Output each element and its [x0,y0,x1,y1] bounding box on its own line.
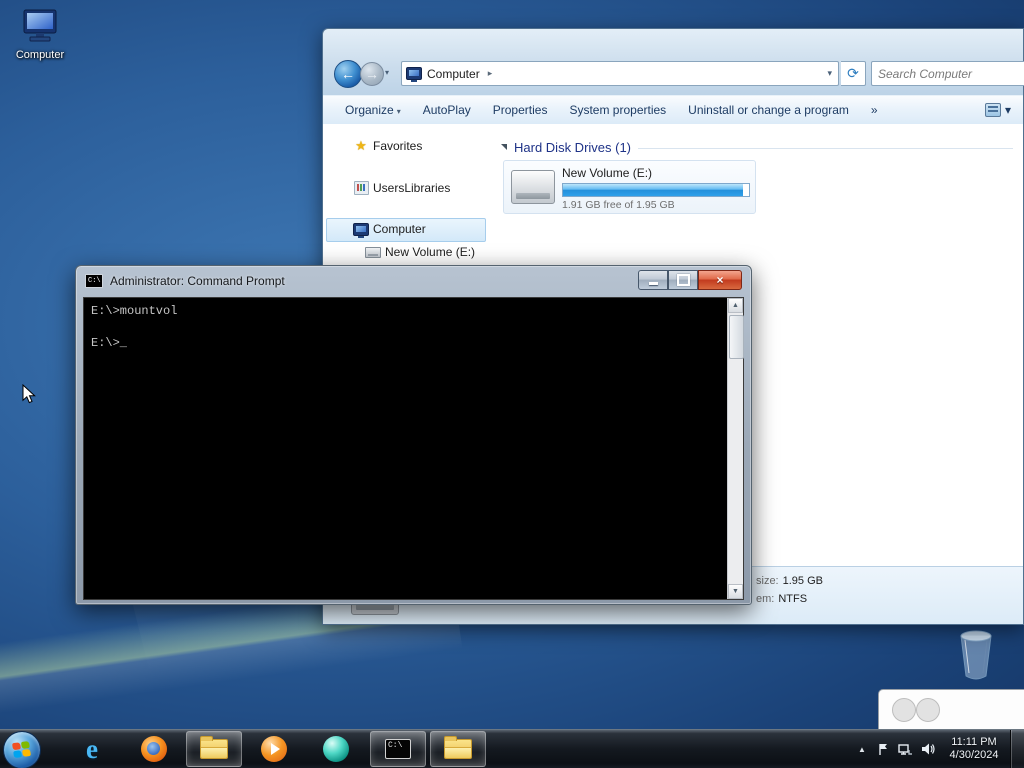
maximize-button[interactable] [668,270,698,290]
folder-icon [444,736,472,759]
console-text: E:\>mountvol E:\>_ [84,298,728,599]
recycle-bin-graphic [960,630,992,680]
taskbar-firefox[interactable] [126,731,182,767]
details-filesystem-line: em: NTFS [756,593,808,605]
desktop-icon-label: Computer [15,49,65,61]
taskbar-command-prompt[interactable]: C:\ [370,731,426,767]
properties-button[interactable]: Properties [493,103,548,117]
breadcrumb[interactable]: Computer [427,67,480,81]
sidebar-item-libraries[interactable]: UsersLibraries [353,178,450,198]
group-header[interactable]: Hard Disk Drives (1) [501,138,1013,156]
back-button[interactable]: ← [334,60,362,88]
capacity-fill [563,184,744,196]
volume-icon[interactable] [916,730,938,768]
close-icon: × [716,273,724,287]
breadcrumb-arrow-icon[interactable]: ▸ [488,68,493,79]
taskbar-folder[interactable] [430,731,486,767]
chevron-down-icon: ▾ [396,107,401,116]
console-line: E:\>mountvol [91,304,178,318]
system-properties-button[interactable]: System properties [569,103,666,117]
organize-menu[interactable]: Organize ▾ [345,103,401,117]
computer-icon [353,222,369,238]
details-size-line: size: 1.95 GB [756,575,823,587]
scrollbar-thumb[interactable] [729,315,744,359]
forward-button[interactable]: → [360,62,384,86]
tray-flyout-icon-placeholder[interactable] [916,698,940,722]
star-icon: ★ [355,138,367,153]
clock-date: 4/30/2024 [949,749,999,761]
media-player-icon [261,736,287,762]
uninstall-program-button[interactable]: Uninstall or change a program [688,103,849,117]
views-chevron-icon[interactable]: ▾ [1005,103,1011,117]
drive-item-new-volume[interactable]: New Volume (E:) 1.91 GB free of 1.95 GB [503,160,756,214]
navigation-row: ← → ▾ Computer ▸ ▾ ⟳ [323,59,1024,88]
toolbar-overflow-button[interactable]: » [871,103,878,117]
search-box[interactable] [871,61,1024,86]
desktop-icon-computer[interactable]: Computer [8,8,72,61]
cmd-window-icon: C:\ [85,274,103,288]
window-controls: × [638,270,742,290]
desktop: Computer ← → ▾ Computer ▸ ▾ ⟳ Organize▾ … [0,0,1024,768]
taskbar-clock[interactable]: 11:11 PM 4/30/2024 [942,736,1006,762]
minimize-icon [648,282,658,285]
command-prompt-icon: C:\ [385,739,411,759]
taskbar-internet-explorer[interactable]: e [64,731,120,767]
change-view-icon[interactable] [984,103,1001,117]
clock-time: 11:11 PM [951,736,997,748]
address-bar[interactable]: Computer ▸ ▾ [401,61,839,86]
taskbar: e C:\ ▲ 11:11 PM 4/30/2024 [0,729,1024,768]
console-line: E:\>_ [91,336,128,350]
explorer-folder-icon [200,736,228,759]
capacity-bar [562,183,750,197]
history-dropdown-icon[interactable]: ▾ [385,68,389,77]
console-area[interactable]: E:\>mountvol E:\>_ ▲ ▼ [83,297,744,600]
taskbar-media-player[interactable] [246,731,302,767]
minimize-button[interactable] [638,270,668,290]
network-icon[interactable] [894,730,916,768]
scroll-down-icon[interactable]: ▼ [728,584,743,599]
windows-flag-icon [12,740,32,759]
command-toolbar: Organize ▾ AutoPlay Properties System pro… [323,95,1023,125]
show-desktop-button[interactable] [1010,730,1024,768]
group-collapse-icon[interactable] [501,144,507,150]
address-dropdown-icon[interactable]: ▾ [827,68,832,79]
refresh-button[interactable]: ⟳ [841,61,866,86]
command-prompt-window: C:\ Administrator: Command Prompt × E:\>… [75,265,752,605]
recycle-bin-icon[interactable] [946,626,1006,687]
group-header-rule [638,148,1013,149]
drive-free-space: 1.91 GB free of 1.95 GB [562,199,675,211]
sidebar-item-new-volume[interactable]: New Volume (E:) [365,242,475,262]
internet-explorer-icon: e [86,733,98,764]
taskbar-teal-app[interactable] [308,731,364,767]
sidebar-item-favorites[interactable]: ★ Favorites [353,136,422,156]
tray-flyout-icon-placeholder[interactable] [892,698,916,722]
drive-name: New Volume (E:) [562,166,653,180]
close-button[interactable]: × [698,270,742,290]
computer-icon [406,67,422,82]
window-title: Administrator: Command Prompt [110,274,285,288]
firefox-icon [141,736,167,762]
scroll-up-icon[interactable]: ▲ [728,298,743,313]
hard-drive-icon [511,170,555,204]
start-button[interactable] [3,731,41,768]
console-scrollbar[interactable]: ▲ ▼ [727,298,744,599]
show-hidden-icons-button[interactable]: ▲ [852,745,872,754]
search-input[interactable] [872,62,1024,85]
mouse-cursor [22,384,36,404]
sidebar-item-computer[interactable]: Computer [353,219,426,239]
teal-orb-icon [323,736,349,762]
tray-flyout-panel [878,689,1024,732]
autoplay-button[interactable]: AutoPlay [423,103,471,117]
taskbar-windows-explorer[interactable] [186,731,242,767]
action-center-icon[interactable] [872,730,894,768]
drive-icon [365,246,381,258]
computer-icon [23,9,57,42]
maximize-icon [676,274,690,286]
system-tray: ▲ 11:11 PM 4/30/2024 [852,730,1024,768]
libraries-icon [353,181,369,195]
